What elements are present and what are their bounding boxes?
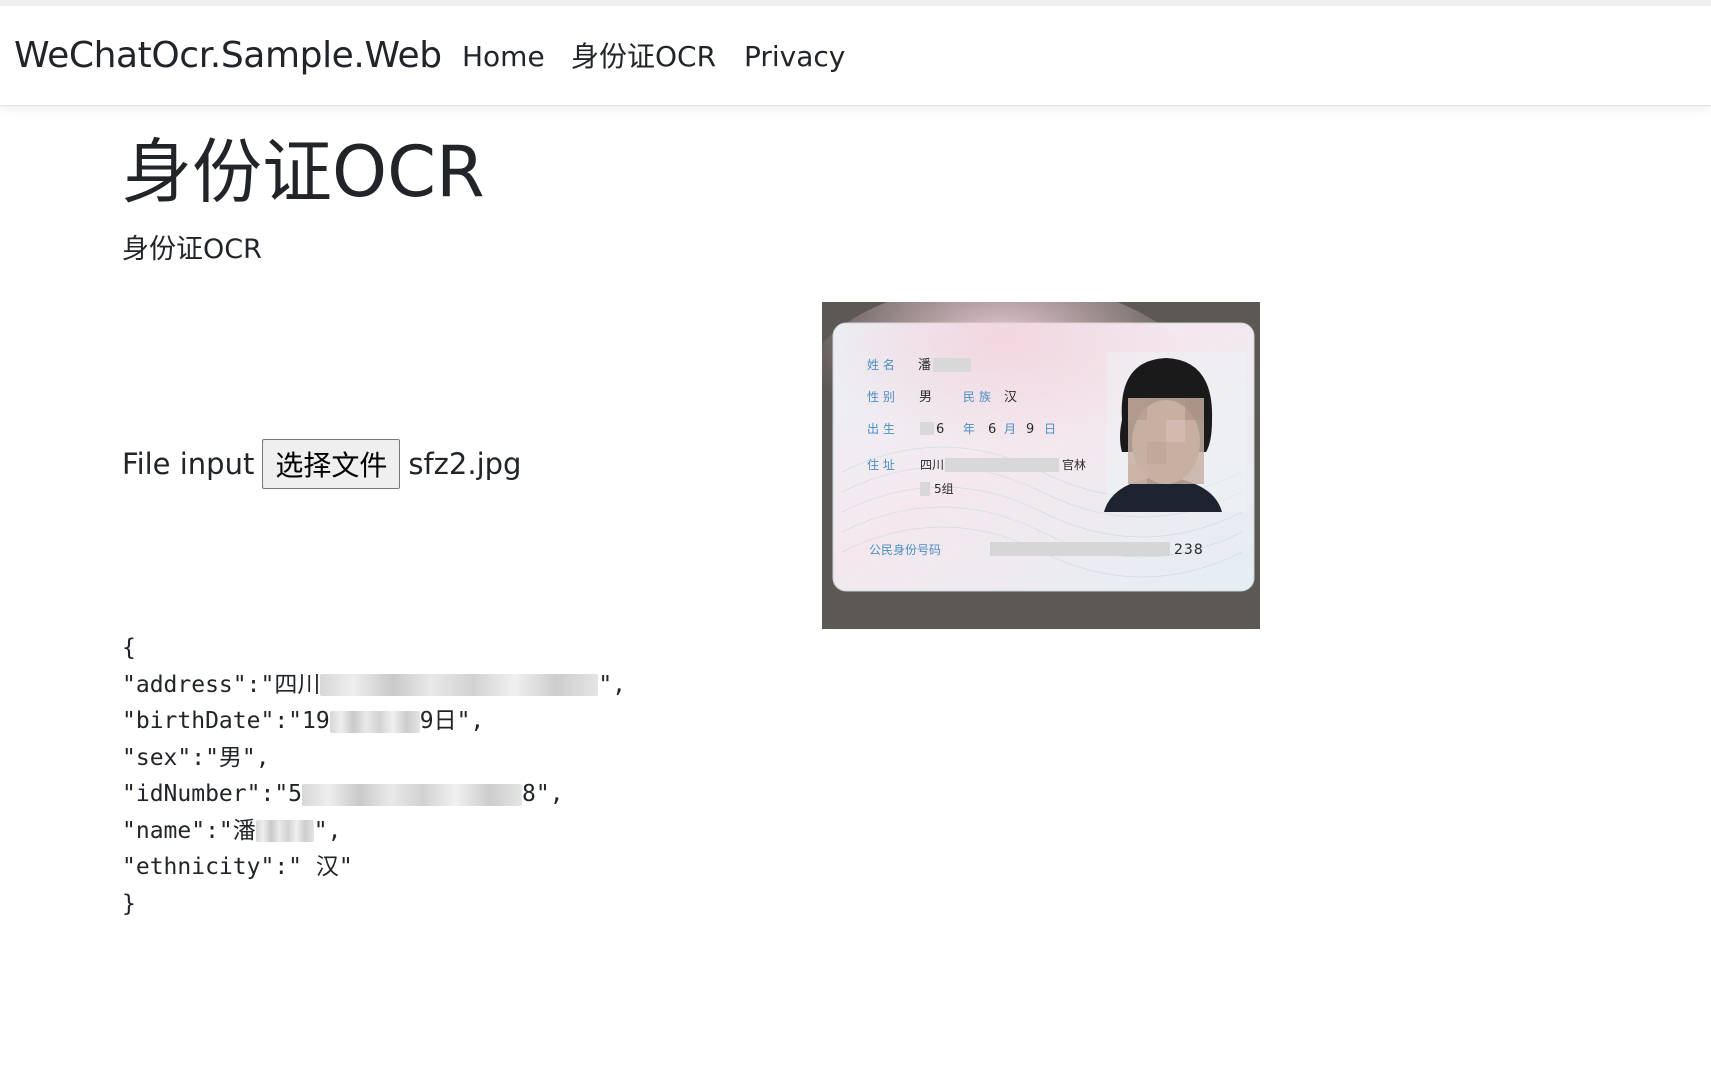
card-label-id-number: 公民身份号码 (869, 542, 941, 557)
card-portrait (1104, 352, 1247, 512)
json-open-brace: { (122, 635, 136, 661)
json-ethnicity-line: "ethnicity":" 汉" (122, 854, 353, 880)
page-title: 身份证OCR (122, 131, 485, 213)
json-name-value: 潘 (232, 817, 256, 844)
card-value-name: 潘 (918, 358, 931, 373)
json-name-redaction (255, 820, 314, 842)
card-value-birth-month: 6 (988, 422, 996, 437)
choose-file-button[interactable]: 选择文件 (262, 438, 401, 489)
json-idnumber-redaction (302, 783, 523, 806)
card-birth-day-char: 日 (1044, 422, 1056, 436)
id-card-preview-image: 姓 名 性 别 民 族 出 生 住 址 公民身份号码 潘 男 汉 6 年 6 月… (822, 302, 1260, 629)
card-id-redaction (990, 542, 1170, 556)
card-birth-year-char: 年 (963, 422, 975, 436)
card-label-birth: 出 生 (867, 422, 895, 436)
card-label-sex: 性 别 (867, 390, 895, 404)
json-address-key: "address":" (122, 671, 275, 698)
navbar: WeChatOcr.Sample.Web Home 身份证OCR Privacy (0, 6, 1711, 106)
json-address-redaction (320, 674, 599, 696)
nav-link-id-card-ocr[interactable]: 身份证OCR (571, 40, 716, 74)
card-label-name: 姓 名 (867, 357, 895, 372)
card-address-redaction (945, 458, 1059, 472)
card-label-address: 住 址 (867, 458, 895, 472)
card-value-ethnicity: 汉 (1004, 390, 1017, 405)
file-input-row: File input 选择文件 sfz2.jpg (122, 438, 521, 489)
ocr-result-json: { "address":"四川 ", "birthDate":"19 9日", "s… (122, 630, 626, 922)
json-sex-line: "sex":"男", (122, 744, 270, 771)
card-birth-redaction (920, 422, 934, 435)
json-birthdate-close: ", (456, 708, 485, 734)
card-value-sex: 男 (919, 390, 932, 405)
json-idnumber-close: ", (535, 781, 564, 807)
selected-file-name: sfz2.jpg (408, 446, 522, 481)
json-idnumber-key: "idNumber":" (122, 781, 289, 807)
page-subtitle: 身份证OCR (122, 234, 262, 265)
json-birthdate-end: 9日 (419, 708, 457, 734)
card-value-address-start: 四川 (920, 458, 944, 472)
card-label-ethnicity: 民 族 (963, 390, 991, 404)
card-value-id-tail: 238 (1174, 542, 1204, 558)
navbar-brand[interactable]: WeChatOcr.Sample.Web (14, 34, 442, 77)
file-input-label: File input (122, 446, 255, 481)
json-address-close: ", (598, 671, 627, 698)
card-value-birth-year-suffix: 6 (936, 422, 944, 437)
json-close-brace: } (122, 890, 136, 917)
json-birthdate-start: 19 (302, 708, 330, 734)
card-name-redaction (933, 358, 971, 372)
nav-link-home[interactable]: Home (462, 40, 545, 74)
card-value-birth-day: 9 (1026, 422, 1034, 437)
json-idnumber-start: 5 (288, 781, 303, 807)
card-value-address-line2: 5组 (934, 482, 954, 496)
json-address-value: 四川 (274, 671, 321, 698)
json-birthdate-redaction (329, 710, 420, 733)
json-name-key: "name":" (122, 817, 233, 844)
card-birth-month-char: 月 (1004, 422, 1016, 436)
json-name-close: ", (313, 817, 342, 844)
json-birthdate-key: "birthDate":" (122, 708, 303, 734)
card-value-address-end: 官林 (1062, 457, 1086, 472)
nav-link-privacy[interactable]: Privacy (744, 40, 845, 74)
json-idnumber-end: 8 (522, 781, 536, 807)
